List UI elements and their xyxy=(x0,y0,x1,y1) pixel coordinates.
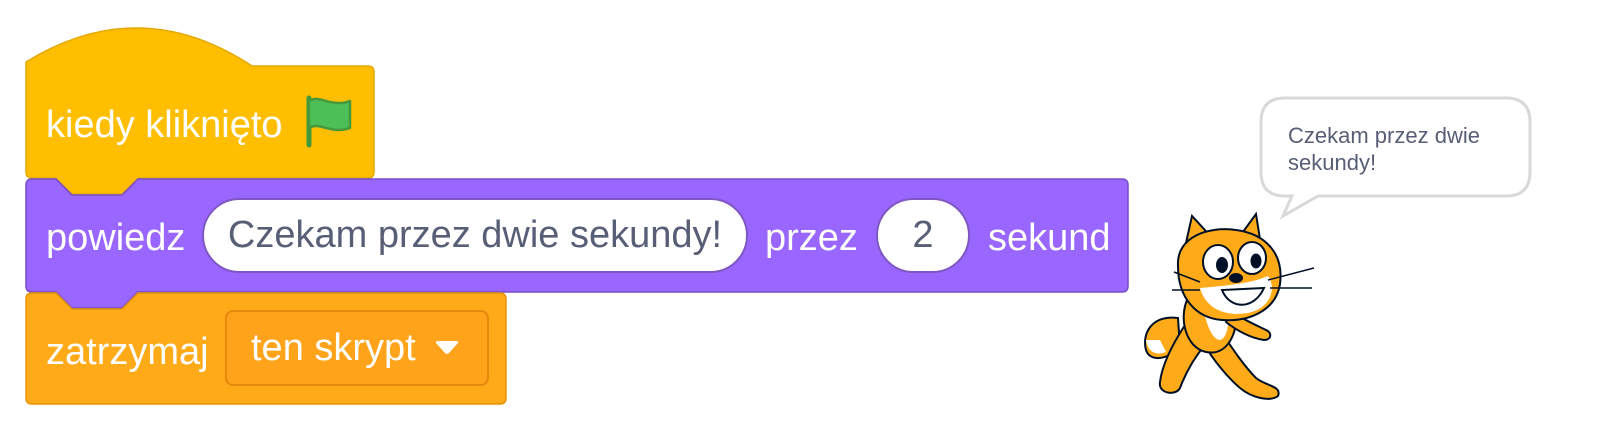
stop-option-dropdown[interactable]: ten skrypt xyxy=(225,310,489,386)
speech-bubble-text: Czekam przez dwie sekundy! xyxy=(1288,123,1480,175)
say-block-label: powiedz xyxy=(46,217,186,259)
caret-down-icon xyxy=(435,341,458,354)
say-block-middle-label: przez xyxy=(765,217,858,259)
say-block-unit-label: sekund xyxy=(988,217,1111,259)
stop-block-label: zatrzymaj xyxy=(46,331,209,373)
say-message-input[interactable]: Czekam przez dwie sekundy! xyxy=(202,198,748,273)
stop-option-value: ten skrypt xyxy=(251,326,416,369)
scratch-cat-sprite[interactable] xyxy=(1144,211,1315,400)
seconds-input[interactable]: 2 xyxy=(876,198,970,273)
hat-block-label: kiedy kliknięto xyxy=(46,104,283,146)
